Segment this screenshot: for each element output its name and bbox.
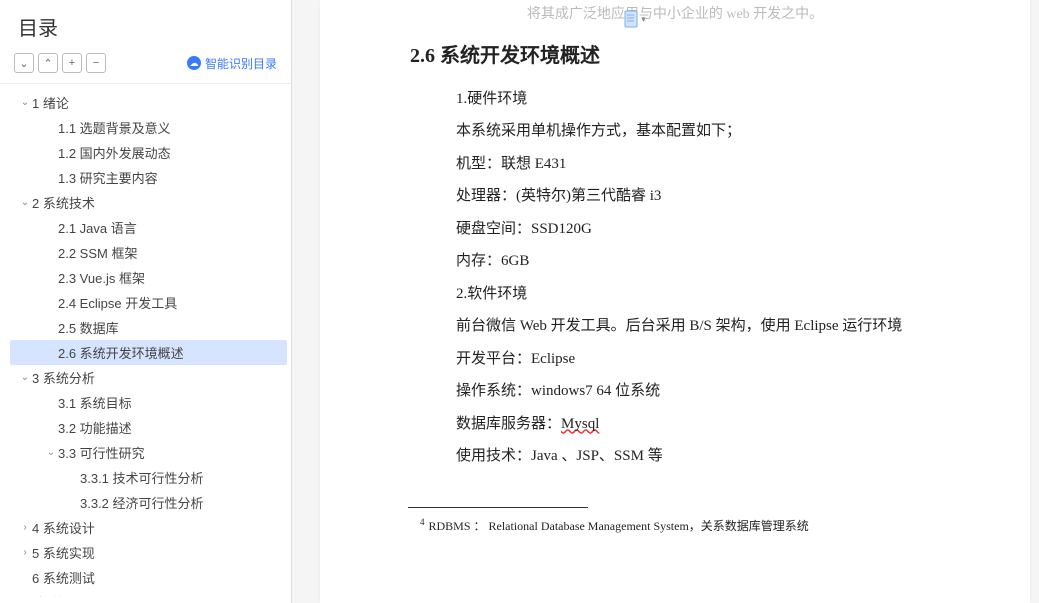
sidebar-title: 目录 [18, 12, 58, 41]
toc-item-label: 致 谢 [32, 593, 62, 597]
toc-item-label: 3.3.2 经济可行性分析 [80, 493, 204, 512]
toc-item-label: 3.3 可行性研究 [58, 443, 145, 462]
toc-item-label: 2.6 系统开发环境概述 [58, 343, 184, 362]
toc-item-label: 1.2 国内外发展动态 [58, 143, 171, 162]
document-main: ▾ 将其成广泛地应用与中小企业的 web 开发之中。 2.6 系统开发环境概述 … [292, 0, 1039, 603]
chevron-down-icon[interactable] [18, 97, 32, 108]
toc-item[interactable]: 2.1 Java 语言 [10, 215, 287, 240]
sidebar-toolbar: ⌄ ⌃ + − ☁ 智能识别目录 [0, 49, 291, 84]
toc-item-label: 1.3 研究主要内容 [58, 168, 158, 187]
toc-item[interactable]: 2.2 SSM 框架 [10, 240, 287, 265]
toc-item[interactable]: 2.6 系统开发环境概述 [10, 340, 287, 365]
toc-item-label: 6 系统测试 [32, 568, 95, 587]
body-line: 机型：联想 E431 [360, 150, 990, 179]
toc-item-label: 3.3.1 技术可行性分析 [80, 468, 204, 487]
dropdown-caret-icon: ▾ [641, 14, 646, 25]
section-title-text: 系统开发环境概述 [440, 45, 600, 67]
toc-item-label: 3.2 功能描述 [58, 418, 132, 437]
chevron-down-icon[interactable] [18, 372, 32, 383]
toc-item[interactable]: 2 系统技术 [10, 190, 287, 215]
toolbar-left-group: ⌄ ⌃ + − [14, 53, 106, 73]
toc-item[interactable]: 3.2 功能描述 [10, 415, 287, 440]
toc-item[interactable]: 6 系统测试 [10, 565, 287, 590]
toc-item[interactable]: 2.4 Eclipse 开发工具 [10, 290, 287, 315]
chevron-down-icon[interactable] [44, 447, 58, 458]
toc-item-label: 3.1 系统目标 [58, 393, 132, 412]
collapse-up-button[interactable]: ⌃ [38, 53, 58, 73]
outline-sidebar: 目录 ⌄ ⌃ + − ☁ 智能识别目录 1 绪论 1.1 选题背景及意义 1.2 国… [0, 0, 292, 603]
body-line: 内存：6GB [360, 247, 990, 276]
body-line: 前台微信 Web 开发工具。后台采用 B/S 架构，使用 Eclipse 运行环… [360, 312, 990, 341]
footnote-marker: 4 [420, 517, 425, 527]
toc-item[interactable]: 3.3 可行性研究 [10, 440, 287, 465]
paragraph-marker-icon[interactable]: ▾ [624, 9, 646, 29]
cloud-icon: ☁ [187, 56, 201, 70]
body-line: 处理器：(英特尔)第三代酷睿 i3 [360, 182, 990, 211]
toc-item[interactable]: 1 绪论 [10, 90, 287, 115]
body-line: 2.软件环境 [360, 280, 990, 309]
document-page: 将其成广泛地应用与中小企业的 web 开发之中。 2.6 系统开发环境概述 1.… [320, 0, 1030, 603]
toc-tree[interactable]: 1 绪论 1.1 选题背景及意义 1.2 国内外发展动态 1.3 研究主要内容 2 系统… [0, 84, 291, 597]
toc-item-label: 2 系统技术 [32, 193, 95, 212]
toc-item[interactable]: 致 谢 [10, 590, 287, 597]
chevron-right-icon[interactable] [18, 547, 32, 558]
body-line: 操作系统：windows7 64 位系统 [360, 377, 990, 406]
toc-item-label: 3 系统分析 [32, 368, 95, 387]
chevron-right-icon[interactable] [18, 522, 32, 533]
toc-item[interactable]: 1.1 选题背景及意义 [10, 115, 287, 140]
previous-page-fragment: 将其成广泛地应用与中小企业的 web 开发之中。 [360, 2, 990, 33]
toc-item[interactable]: 4 系统设计 [10, 515, 287, 540]
chevron-down-icon[interactable] [18, 197, 32, 208]
db-line-prefix: 数据库服务器： [456, 416, 561, 432]
body-line: 1.硬件环境 [360, 85, 990, 114]
toc-item-label: 1 绪论 [32, 93, 69, 112]
toc-item-label: 2.4 Eclipse 开发工具 [58, 293, 177, 312]
sidebar-header: 目录 [0, 6, 291, 49]
toc-item-label: 1.1 选题背景及意义 [58, 118, 171, 137]
toc-item-label: 2.2 SSM 框架 [58, 243, 137, 262]
db-name-underlined: Mysql [561, 416, 599, 432]
toc-item[interactable]: 2.3 Vue.js 框架 [10, 265, 287, 290]
body-line: 硬盘空间：SSD120G [360, 215, 990, 244]
body-line: 开发平台：Eclipse [360, 345, 990, 374]
body-line: 本系统采用单机操作方式，基本配置如下； [360, 117, 990, 146]
toc-item[interactable]: 1.2 国内外发展动态 [10, 140, 287, 165]
toc-item-label: 2.3 Vue.js 框架 [58, 268, 145, 287]
footnote-separator [408, 507, 588, 508]
toc-item-label: 4 系统设计 [32, 518, 95, 537]
footnote-text: RDBMS ： Relational Database Management S… [429, 519, 809, 533]
section-number: 2.6 [410, 45, 435, 67]
document-content: 将其成广泛地应用与中小企业的 web 开发之中。 2.6 系统开发环境概述 1.… [360, 0, 990, 537]
toc-item[interactable]: 1.3 研究主要内容 [10, 165, 287, 190]
add-level-button[interactable]: + [62, 53, 82, 73]
body-line-db: 数据库服务器：Mysql [360, 410, 990, 439]
toc-item[interactable]: 2.5 数据库 [10, 315, 287, 340]
section-heading: 2.6 系统开发环境概述 [360, 33, 990, 85]
expand-down-button[interactable]: ⌄ [14, 53, 34, 73]
toc-item[interactable]: 5 系统实现 [10, 540, 287, 565]
body-line-tech: 使用技术：Java 、JSP、SSM 等 [360, 442, 990, 471]
toc-item-label: 2.5 数据库 [58, 318, 119, 337]
toc-item[interactable]: 3.3.2 经济可行性分析 [10, 490, 287, 515]
remove-level-button[interactable]: − [86, 53, 106, 73]
smart-toc-button[interactable]: ☁ 智能识别目录 [187, 55, 277, 72]
toc-item[interactable]: 3 系统分析 [10, 365, 287, 390]
smart-toc-label: 智能识别目录 [205, 55, 277, 72]
toc-item-label: 5 系统实现 [32, 543, 95, 562]
toc-item-label: 2.1 Java 语言 [58, 218, 137, 237]
toc-item[interactable]: 3.3.1 技术可行性分析 [10, 465, 287, 490]
footnote: 4 RDBMS ： Relational Database Management … [360, 514, 990, 538]
toc-item[interactable]: 3.1 系统目标 [10, 390, 287, 415]
